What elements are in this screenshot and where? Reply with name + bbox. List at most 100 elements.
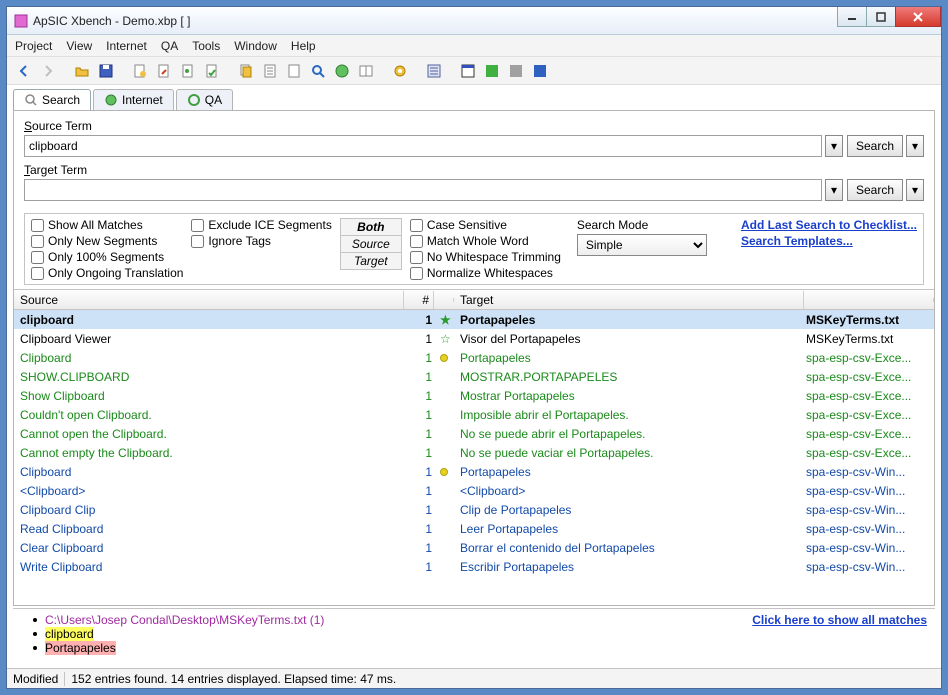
tool-save-icon[interactable] (95, 60, 117, 82)
chk-case-sensitive[interactable]: Case Sensitive (410, 218, 561, 232)
cell-source: Clipboard Clip (16, 503, 406, 517)
search-mode-select[interactable]: Simple (577, 234, 707, 256)
link-add-checklist[interactable]: Add Last Search to Checklist... (741, 218, 917, 232)
table-row[interactable]: clipboard1★PortapapelesMSKeyTerms.txt (14, 310, 934, 329)
cell-file: spa-esp-csv-Exce... (802, 408, 932, 422)
header-file[interactable] (804, 298, 934, 302)
target-term-input[interactable] (24, 179, 822, 201)
menu-qa[interactable]: QA (161, 39, 178, 53)
cell-file: spa-esp-csv-Exce... (802, 351, 932, 365)
header-source[interactable]: Source (14, 291, 404, 309)
source-search-button[interactable]: Search (847, 135, 903, 157)
menu-tools[interactable]: Tools (192, 39, 220, 53)
tool-copy-icon[interactable] (235, 60, 257, 82)
app-icon (13, 13, 29, 29)
tool-doc1-icon[interactable] (129, 60, 151, 82)
menu-view[interactable]: View (66, 39, 92, 53)
tab-internet[interactable]: Internet (93, 89, 174, 110)
source-dropdown-arrow[interactable]: ▾ (825, 135, 843, 157)
cell-icon (436, 351, 456, 365)
mode-source[interactable]: Source (341, 236, 401, 253)
table-row[interactable]: Write Clipboard1Escribir Portapapelesspa… (14, 557, 934, 576)
tool-gear-icon[interactable] (389, 60, 411, 82)
chk-no-ws-trim[interactable]: No Whitespace Trimming (410, 250, 561, 264)
maximize-button[interactable] (866, 7, 896, 27)
cell-source: Read Clipboard (16, 522, 406, 536)
cell-num: 1 (406, 332, 436, 346)
table-row[interactable]: SHOW.CLIPBOARD1MOSTRAR.PORTAPAPELESspa-e… (14, 367, 934, 386)
cell-target: Portapapeles (456, 465, 802, 479)
tool-green-icon[interactable] (481, 60, 503, 82)
header-icon[interactable] (434, 298, 454, 302)
tool-blue-icon[interactable] (529, 60, 551, 82)
cell-file: spa-esp-csv-Exce... (802, 427, 932, 441)
tool-doc4-icon[interactable] (201, 60, 223, 82)
close-button[interactable] (895, 7, 941, 27)
chk-only-100[interactable]: Only 100% Segments (31, 250, 183, 264)
options-col-1: Show All Matches Only New Segments Only … (31, 218, 183, 280)
table-row[interactable]: Clear Clipboard1Borrar el contenido del … (14, 538, 934, 557)
mode-target[interactable]: Target (341, 253, 401, 270)
tool-window1-icon[interactable] (457, 60, 479, 82)
cell-source: Cannot open the Clipboard. (16, 427, 406, 441)
chk-show-all[interactable]: Show All Matches (31, 218, 183, 232)
tool-forward-icon[interactable] (37, 60, 59, 82)
menu-project[interactable]: Project (15, 39, 52, 53)
chk-whole-word[interactable]: Match Whole Word (410, 234, 561, 248)
tool-search-icon[interactable] (307, 60, 329, 82)
search-mode-group: Search Mode Simple (569, 218, 707, 256)
table-row[interactable]: Clipboard Clip1Clip de Portapapelesspa-e… (14, 500, 934, 519)
table-row[interactable]: Clipboard Viewer1☆Visor del Portapapeles… (14, 329, 934, 348)
table-row[interactable]: <Clipboard>1<Clipboard>spa-esp-csv-Win..… (14, 481, 934, 500)
tool-gray-icon[interactable] (505, 60, 527, 82)
source-term-input[interactable] (24, 135, 822, 157)
tool-globe-icon[interactable] (331, 60, 353, 82)
minimize-button[interactable] (837, 7, 867, 27)
target-search-dropdown[interactable]: ▾ (906, 179, 924, 201)
mode-both[interactable]: Both (341, 218, 401, 236)
tab-label: QA (205, 93, 222, 107)
menu-window[interactable]: Window (234, 39, 277, 53)
target-term-label: Target Term (24, 163, 924, 177)
tab-search[interactable]: Search (13, 89, 91, 110)
tool-list-icon[interactable] (259, 60, 281, 82)
table-row[interactable]: Show Clipboard1Mostrar Portapapelesspa-e… (14, 386, 934, 405)
cell-target: Visor del Portapapeles (456, 332, 802, 346)
table-row[interactable]: Couldn't open Clipboard.1Imposible abrir… (14, 405, 934, 424)
table-row[interactable]: Cannot empty the Clipboard.1No se puede … (14, 443, 934, 462)
tool-open-icon[interactable] (71, 60, 93, 82)
source-search-dropdown[interactable]: ▾ (906, 135, 924, 157)
table-row[interactable]: Read Clipboard1Leer Portapapelesspa-esp-… (14, 519, 934, 538)
tool-doc3-icon[interactable] (177, 60, 199, 82)
cell-file: spa-esp-csv-Win... (802, 465, 932, 479)
table-row[interactable]: Clipboard1Portapapelesspa-esp-csv-Win... (14, 462, 934, 481)
chk-only-ongoing[interactable]: Only Ongoing Translation (31, 266, 183, 280)
tool-back-icon[interactable] (13, 60, 35, 82)
chk-exclude-ice[interactable]: Exclude ICE Segments (191, 218, 331, 232)
link-search-templates[interactable]: Search Templates... (741, 234, 917, 248)
table-row[interactable]: Cannot open the Clipboard.1No se puede a… (14, 424, 934, 443)
chk-ignore-tags[interactable]: Ignore Tags (191, 234, 331, 248)
cell-file: spa-esp-csv-Win... (802, 522, 932, 536)
tool-doc2-icon[interactable] (153, 60, 175, 82)
header-num[interactable]: # (404, 291, 434, 309)
header-target[interactable]: Target (454, 291, 804, 309)
chk-only-new[interactable]: Only New Segments (31, 234, 183, 248)
menu-help[interactable]: Help (291, 39, 316, 53)
target-dropdown-arrow[interactable]: ▾ (825, 179, 843, 201)
target-search-button[interactable]: Search (847, 179, 903, 201)
chk-normalize-ws[interactable]: Normalize Whitespaces (410, 266, 561, 280)
cell-icon (436, 465, 456, 479)
menu-internet[interactable]: Internet (106, 39, 147, 53)
tabstrip: Search Internet QA (7, 85, 941, 110)
cell-source: clipboard (16, 313, 406, 327)
tool-pages-icon[interactable] (355, 60, 377, 82)
cell-target: <Clipboard> (456, 484, 802, 498)
tool-form-icon[interactable] (423, 60, 445, 82)
tool-page-icon[interactable] (283, 60, 305, 82)
tab-qa[interactable]: QA (176, 89, 233, 110)
link-show-all-matches[interactable]: Click here to show all matches (752, 613, 927, 627)
table-row[interactable]: Clipboard1Portapapelesspa-esp-csv-Exce..… (14, 348, 934, 367)
titlebar[interactable]: ApSIC Xbench - Demo.xbp [ ] (7, 7, 941, 35)
cell-source: SHOW.CLIPBOARD (16, 370, 406, 384)
